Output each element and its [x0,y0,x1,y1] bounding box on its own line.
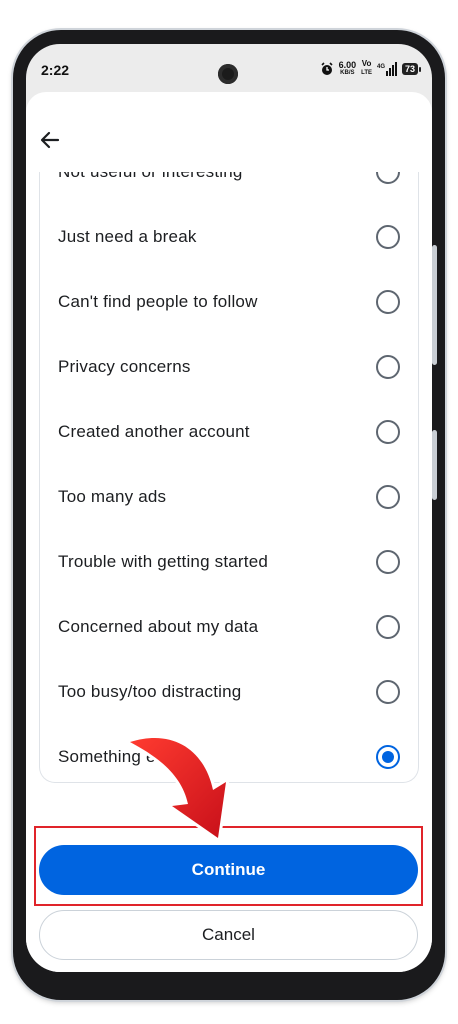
option-label: Created another account [58,421,250,441]
option-label: Not useful or interesting [58,172,243,182]
radio-button[interactable] [376,224,400,249]
phone-screen: 2:22 6.00 KB/S Vo LTE 4G 73 Just need a … [26,44,432,972]
volume-button [432,245,437,365]
option-item[interactable]: Too many ads [40,464,418,529]
option-item[interactable]: Privacy concerns [40,334,418,399]
option-label: Concerned about my data [58,616,259,636]
option-item[interactable]: Too busy/too distracting [40,659,418,724]
svg-text:4G: 4G [377,64,385,70]
cancel-button[interactable]: Cancel [39,910,418,960]
net-speed-unit: KB/S [340,69,355,76]
battery-indicator: 73 [401,62,422,75]
volte-indicator: Vo LTE [361,60,372,77]
power-button [432,430,437,500]
reason-options-card: Not useful or interesting Just need a br… [39,172,419,783]
status-icons: 6.00 KB/S Vo LTE 4G 73 [320,60,422,77]
option-item[interactable]: Just need a break [40,204,418,269]
option-item-selected[interactable]: Something else [40,724,418,782]
volte-top: Vo [361,59,372,68]
net-speed: 6.00 KB/S [339,60,357,77]
volte-bottom: LTE [361,70,372,76]
option-label: Can't find people to follow [58,291,258,311]
option-label: Something else [58,746,178,766]
option-item[interactable]: Concerned about my data [40,594,418,659]
radio-button[interactable] [376,549,400,574]
radio-button[interactable] [376,614,400,639]
alarm-icon [320,61,333,75]
radio-button[interactable] [376,354,400,379]
front-camera [218,64,238,84]
radio-button[interactable] [376,289,400,314]
continue-button[interactable]: Continue [39,845,418,895]
radio-button-checked[interactable] [376,744,400,769]
option-item[interactable]: Can't find people to follow [40,269,418,334]
radio-button[interactable] [376,679,400,704]
option-item[interactable]: Created another account [40,399,418,464]
status-bar: 2:22 6.00 KB/S Vo LTE 4G 73 [26,44,432,94]
status-time: 2:22 [41,62,70,78]
radio-button[interactable] [376,484,400,509]
radio-button[interactable] [376,419,400,444]
option-label: Too many ads [58,486,167,506]
option-label: Trouble with getting started [58,551,269,571]
option-label: Too busy/too distracting [58,681,242,701]
radio-button[interactable] [376,172,400,184]
option-label: Just need a break [58,226,197,246]
signal-icon: 4G [377,61,397,76]
back-arrow-icon[interactable] [38,128,62,152]
option-label: Privacy concerns [58,356,191,376]
option-list: Just need a break Can't find people to f… [40,204,418,782]
option-partial[interactable]: Not useful or interesting [40,172,418,204]
option-item[interactable]: Trouble with getting started [40,529,418,594]
